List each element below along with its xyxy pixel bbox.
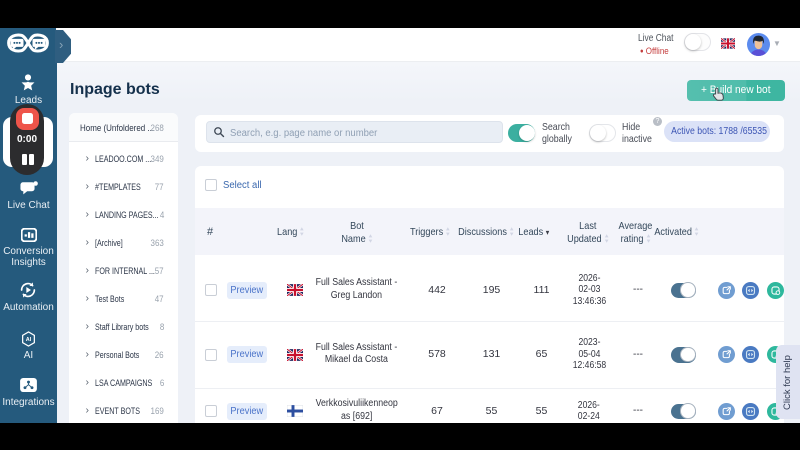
svg-text:AI: AI	[26, 337, 32, 343]
